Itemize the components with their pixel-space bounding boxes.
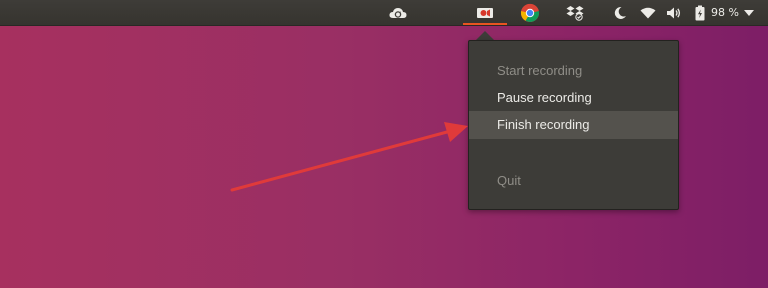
annotation-arrow (230, 122, 468, 192)
